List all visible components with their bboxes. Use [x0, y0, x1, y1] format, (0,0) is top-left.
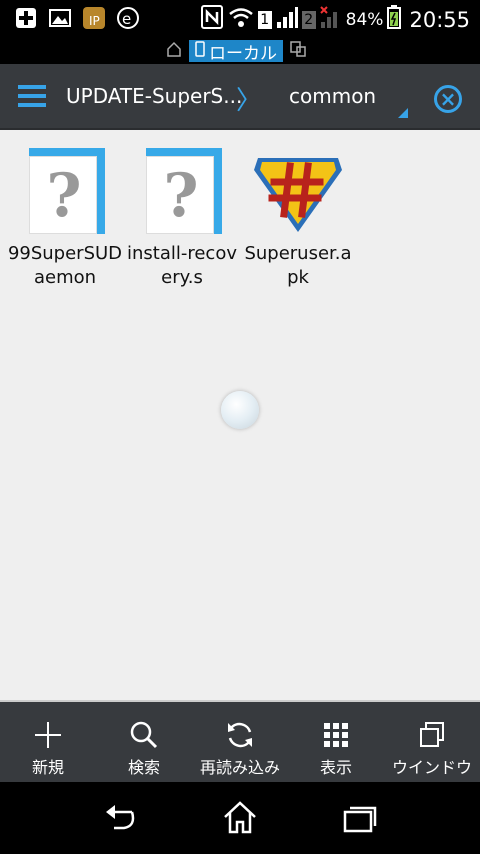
home-location-icon[interactable]: [165, 40, 183, 62]
file-item[interactable]: ? 99SuperSUDaemon: [6, 140, 124, 290]
system-nav-bar: [0, 782, 480, 854]
home-icon[interactable]: [222, 800, 258, 840]
loading-spinner: [221, 391, 259, 429]
add-app-icon: [14, 6, 38, 30]
close-icon[interactable]: ×: [434, 85, 462, 113]
back-icon[interactable]: [102, 800, 138, 840]
bottom-toolbar: 新規 検索 再読み込み 表示 ウインドウ: [0, 700, 480, 782]
battery-icon: [387, 5, 402, 34]
browser-icon: e: [116, 6, 140, 30]
grid-view-icon: [324, 723, 348, 747]
file-name: Superuser.apk: [244, 243, 352, 288]
search-button[interactable]: 検索: [96, 702, 192, 784]
unknown-file-icon: ?: [25, 148, 105, 234]
chevron-right-icon: 〉: [236, 86, 263, 116]
sim2-badge: 2: [301, 10, 316, 29]
phone-icon: [195, 40, 205, 62]
search-icon: [130, 721, 158, 749]
gallery-icon: [48, 6, 72, 30]
local-storage-tab[interactable]: ローカル: [189, 40, 283, 64]
file-item[interactable]: ? install-recovery.s: [123, 140, 241, 290]
location-bar: ローカル: [0, 38, 480, 64]
recent-apps-icon[interactable]: [342, 800, 378, 840]
new-button[interactable]: 新規: [0, 702, 96, 784]
unknown-file-icon: ?: [142, 148, 222, 234]
window-label: ウインドウ: [391, 758, 472, 777]
status-bar: IP e 1 2 84% 20:55: [0, 0, 480, 38]
superuser-app-icon: [254, 148, 342, 234]
no-signal-icon: [319, 6, 342, 33]
breadcrumb-parent[interactable]: UPDATE-SuperS...: [66, 84, 242, 108]
reload-label: 再読み込み: [199, 758, 280, 777]
network-location-icon[interactable]: [289, 40, 307, 62]
file-name: install-recovery.s: [126, 243, 237, 288]
refresh-icon: [228, 722, 252, 748]
signal-icon: [276, 6, 298, 33]
reload-button[interactable]: 再読み込み: [192, 702, 288, 784]
file-item[interactable]: Superuser.apk: [239, 140, 357, 290]
path-header: UPDATE-SuperS... 〉 common: [0, 64, 480, 130]
window-button[interactable]: ウインドウ: [384, 702, 480, 784]
nfc-icon: [200, 4, 224, 35]
sim1-badge: 1: [257, 10, 272, 29]
plus-icon: [35, 722, 61, 748]
clock: 20:55: [409, 7, 470, 32]
search-label: 検索: [127, 758, 160, 777]
dropdown-corner-icon[interactable]: [398, 108, 408, 118]
new-label: 新規: [31, 758, 64, 777]
svg-text:e: e: [122, 10, 131, 28]
file-name: 99SuperSUDaemon: [7, 243, 123, 288]
breadcrumb-current[interactable]: common: [289, 84, 376, 108]
app-notification-icon: IP: [82, 6, 106, 30]
windows-icon: [420, 722, 444, 747]
local-storage-label: ローカル: [209, 43, 277, 64]
svg-text:IP: IP: [89, 14, 100, 28]
menu-icon[interactable]: [18, 85, 46, 107]
wifi-icon: [228, 5, 254, 34]
battery-percent: 84%: [345, 9, 384, 30]
view-button[interactable]: 表示: [288, 702, 384, 784]
view-label: 表示: [319, 758, 352, 777]
